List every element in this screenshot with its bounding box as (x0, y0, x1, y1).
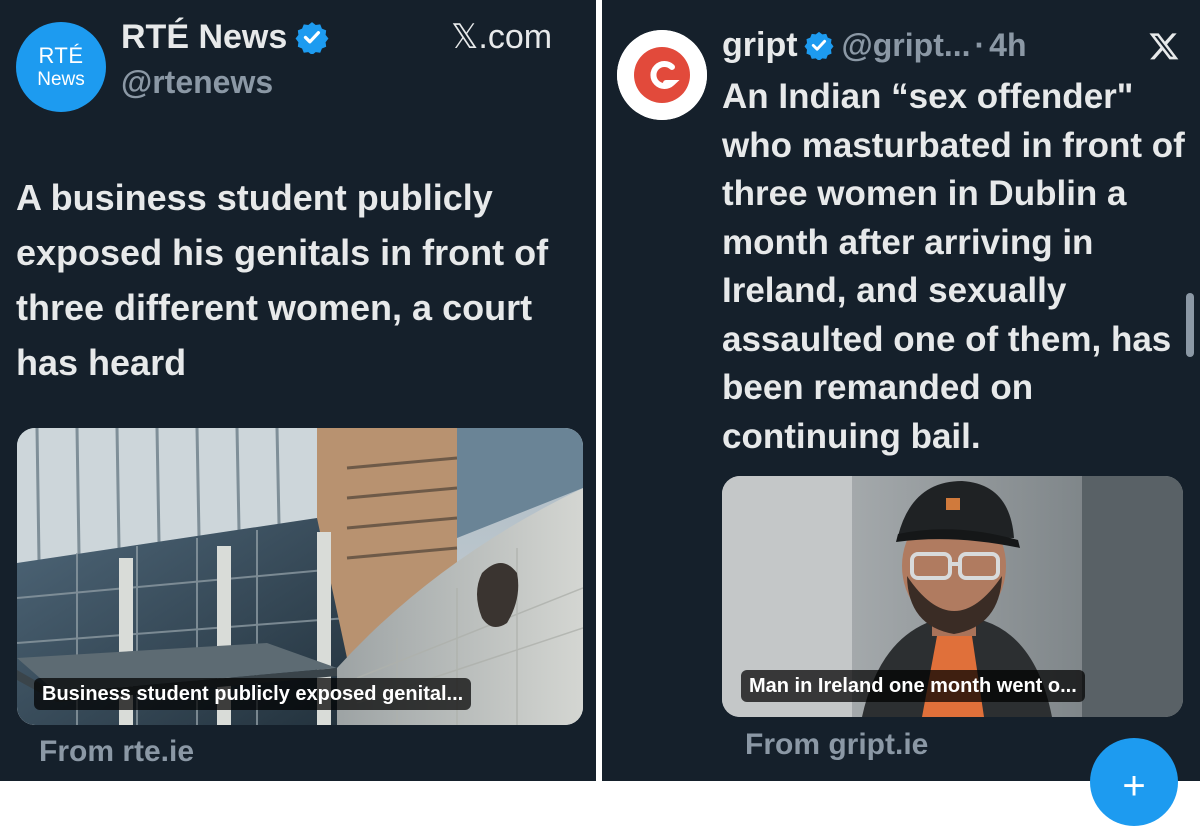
rte-display-name-row[interactable]: RTÉ News (121, 20, 329, 54)
gript-tweet-text: An Indian “sex offender" who masturbated… (722, 77, 1185, 456)
x-dot-com-label: 𝕏.com (451, 18, 553, 56)
gript-avatar[interactable] (617, 30, 707, 120)
rte-handle[interactable]: @rtenews (121, 66, 273, 98)
rte-display-name[interactable]: RTÉ News (121, 20, 287, 54)
verified-badge-icon (295, 22, 329, 54)
gript-display-name-row[interactable]: gript @gript... · 4h (722, 28, 1027, 62)
verified-badge-icon (804, 31, 834, 60)
compose-button[interactable]: + (1090, 738, 1178, 826)
meta-separator: · (974, 27, 986, 63)
compose-plus-icon: + (1122, 764, 1146, 808)
rte-card-source[interactable]: From rte.ie (39, 737, 194, 767)
x-logo-icon[interactable] (1148, 30, 1180, 62)
rte-tweet-text: A business student publicly exposed his … (16, 177, 549, 383)
gript-handle[interactable]: @gript... (842, 29, 971, 61)
gript-logo-icon (617, 30, 707, 120)
tweet-time[interactable]: 4h (989, 29, 1026, 61)
gript-display-name[interactable]: gript (722, 28, 798, 62)
scrollbar-thumb[interactable] (1186, 293, 1194, 357)
gript-card-caption: Man in Ireland one month went o... (741, 670, 1085, 702)
rte-card-caption: Business student publicly exposed genita… (34, 678, 472, 710)
rte-avatar[interactable]: RTÉ News (16, 22, 106, 112)
gript-card-source[interactable]: From gript.ie (745, 730, 928, 760)
